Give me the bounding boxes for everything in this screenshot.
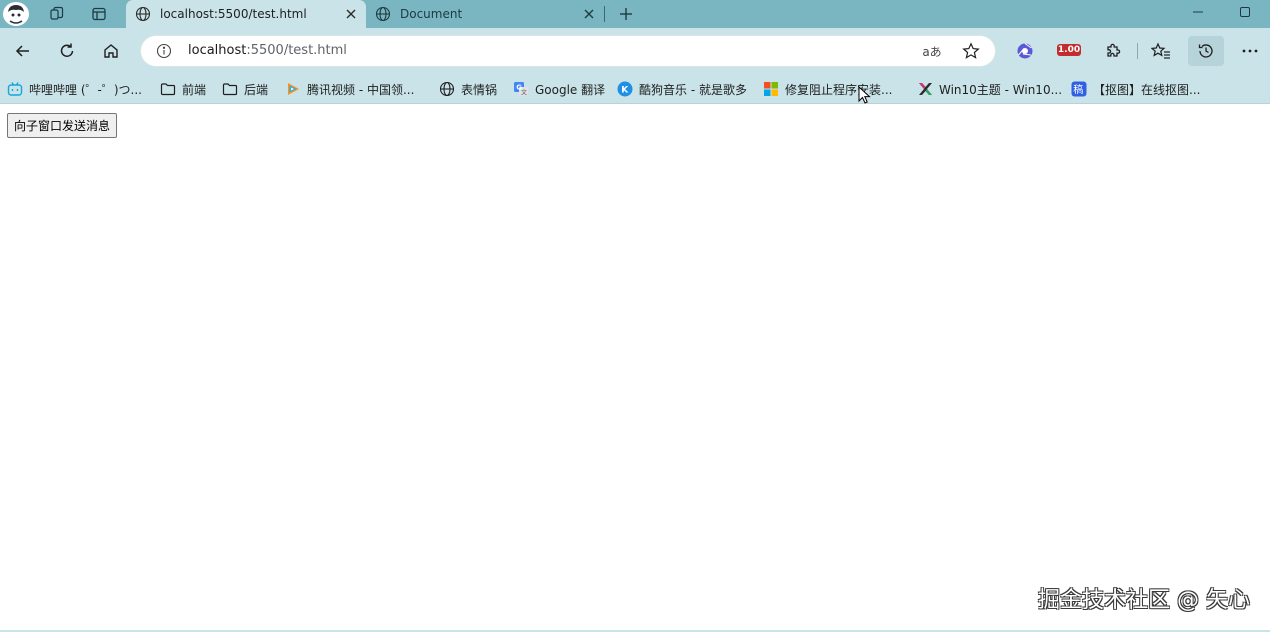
minimize-icon[interactable] bbox=[1186, 4, 1210, 20]
extension-chromium-icon[interactable] bbox=[1010, 36, 1040, 66]
url-path: :5500/test.html bbox=[246, 43, 347, 58]
svg-text:文: 文 bbox=[521, 89, 527, 97]
watermark: 掘金技术社区 @ 矢心 bbox=[1038, 588, 1250, 613]
microsoft-icon bbox=[763, 81, 779, 97]
close-tab-icon[interactable] bbox=[340, 3, 362, 25]
svg-text:稿: 稿 bbox=[1073, 83, 1083, 96]
send-message-to-child-window-button[interactable]: 向子窗口发送消息 bbox=[7, 113, 118, 138]
win10-theme-icon bbox=[917, 81, 933, 97]
bookmark-label: 【抠图】在线抠图... bbox=[1093, 82, 1201, 97]
tab-title: Document bbox=[400, 7, 463, 21]
home-button[interactable] bbox=[96, 36, 126, 66]
koutu-icon: 稿 bbox=[1071, 81, 1087, 97]
bookmark-microsoft-fix[interactable]: 修复阻止程序安装... bbox=[763, 78, 892, 100]
google-translate-icon: G 文 bbox=[513, 81, 529, 97]
bookmark-bilibili[interactable]: 哔哩哔哩 (゜-゜)つ... bbox=[7, 78, 142, 100]
back-button[interactable] bbox=[8, 36, 38, 66]
site-info-icon[interactable] bbox=[155, 42, 173, 60]
bookmark-koutu[interactable]: 稿 【抠图】在线抠图... bbox=[1071, 78, 1200, 100]
bookmark-google-translate[interactable]: G 文 Google 翻译 bbox=[513, 78, 605, 100]
bookmark-win10-theme[interactable]: Win10主题 - Win10... bbox=[917, 78, 1062, 100]
mouse-cursor-icon bbox=[858, 86, 871, 104]
new-tab-button[interactable] bbox=[612, 2, 640, 26]
toolbar-divider bbox=[1137, 43, 1138, 59]
bookmark-kugou[interactable]: K 酷狗音乐 - 就是歌多 bbox=[617, 78, 747, 100]
bookmark-folder-frontend[interactable]: 前端 bbox=[160, 78, 206, 100]
favorites-icon[interactable] bbox=[1146, 36, 1176, 66]
tab-strip: localhost:5500/test.html Document bbox=[0, 0, 1270, 28]
history-button[interactable] bbox=[1188, 36, 1224, 66]
favorite-star-icon[interactable] bbox=[960, 41, 982, 61]
navigation-toolbar: localhost:5500/test.html aあ 1.00 bbox=[0, 28, 1270, 74]
svg-text:K: K bbox=[621, 86, 629, 96]
bilibili-icon bbox=[7, 81, 23, 97]
globe-icon bbox=[439, 81, 455, 97]
tab-localhost[interactable]: localhost:5500/test.html bbox=[126, 0, 366, 28]
speed-badge: 1.00 bbox=[1057, 44, 1081, 56]
bookmark-label: Google 翻译 bbox=[535, 82, 606, 97]
bookmark-label: 哔哩哔哩 (゜-゜)つ... bbox=[29, 82, 142, 97]
maximize-icon[interactable] bbox=[1233, 4, 1257, 20]
url-host: localhost bbox=[188, 43, 247, 58]
address-bar[interactable]: localhost:5500/test.html aあ bbox=[141, 36, 995, 66]
bookmark-label: 修复阻止程序安装... bbox=[785, 82, 893, 97]
globe-icon bbox=[134, 5, 152, 23]
refresh-button[interactable] bbox=[52, 36, 82, 66]
bookmarks-bar: 哔哩哔哩 (゜-゜)つ... 前端 后端 腾讯视频 - 中国领... 表情锅 G… bbox=[0, 74, 1270, 104]
folder-icon bbox=[160, 81, 176, 97]
bookmark-label: 后端 bbox=[244, 82, 269, 97]
bookmark-biaoqingguo[interactable]: 表情锅 bbox=[439, 78, 497, 100]
folder-icon bbox=[222, 81, 238, 97]
bookmark-label: 腾讯视频 - 中国领... bbox=[307, 82, 415, 97]
bookmark-label: 表情锅 bbox=[461, 82, 498, 97]
url-text[interactable]: localhost:5500/test.html bbox=[188, 43, 347, 58]
extensions-puzzle-icon[interactable] bbox=[1098, 36, 1128, 66]
bookmark-label: 酷狗音乐 - 就是歌多 bbox=[639, 82, 747, 97]
tab-title: localhost:5500/test.html bbox=[160, 7, 307, 21]
bookmark-folder-backend[interactable]: 后端 bbox=[222, 78, 268, 100]
bookmark-label: 前端 bbox=[182, 82, 207, 97]
more-menu-icon[interactable] bbox=[1235, 36, 1265, 66]
page-content: 向子窗口发送消息 掘金技术社区 @ 矢心 bbox=[0, 105, 1270, 632]
profile-avatar[interactable] bbox=[3, 2, 29, 26]
read-aloud-icon[interactable]: aあ bbox=[921, 42, 943, 60]
tab-separator bbox=[604, 6, 605, 22]
bookmark-label: Win10主题 - Win10... bbox=[939, 82, 1063, 97]
workspaces-icon[interactable] bbox=[42, 2, 72, 26]
globe-icon bbox=[374, 5, 392, 23]
tab-actions-icon[interactable] bbox=[84, 2, 114, 26]
bookmark-tencent-video[interactable]: 腾讯视频 - 中国领... bbox=[285, 78, 414, 100]
close-tab-icon[interactable] bbox=[578, 3, 600, 25]
kugou-icon: K bbox=[617, 81, 633, 97]
tab-document[interactable]: Document bbox=[366, 0, 604, 28]
tencent-video-icon bbox=[285, 81, 301, 97]
